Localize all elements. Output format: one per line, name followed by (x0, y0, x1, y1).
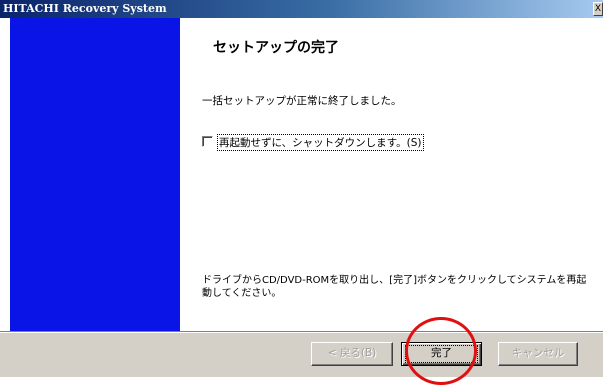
instruction-message: ドライブからCD/DVD-ROMを取り出し、[完了]ボタンをクリックしてシステム… (202, 275, 587, 299)
button-bar: < 戻る(B) 完了 キャンセル (0, 333, 603, 377)
wizard-sidebar-banner (10, 18, 180, 331)
left-frame (0, 18, 10, 337)
window-title: HITACHI Recovery System (3, 2, 167, 15)
wizard-content: セットアップの完了 一括セットアップが正常に終了しました。 再起動せずに、シャッ… (180, 18, 603, 331)
close-icon[interactable]: X (593, 2, 603, 16)
finish-button[interactable]: 完了 (401, 342, 482, 366)
back-button[interactable]: < 戻る(B) (311, 342, 393, 366)
cancel-button[interactable]: キャンセル (498, 342, 578, 366)
title-bar: HITACHI Recovery System X (0, 0, 603, 18)
shutdown-checkbox-label[interactable]: 再起動せずに、シャットダウンします。(S) (217, 134, 424, 151)
completion-message: 一括セットアップが正常に終了しました。 (202, 95, 402, 107)
shutdown-checkbox[interactable] (202, 136, 213, 147)
finish-button-label: 完了 (431, 347, 452, 359)
page-title: セットアップの完了 (213, 40, 339, 56)
